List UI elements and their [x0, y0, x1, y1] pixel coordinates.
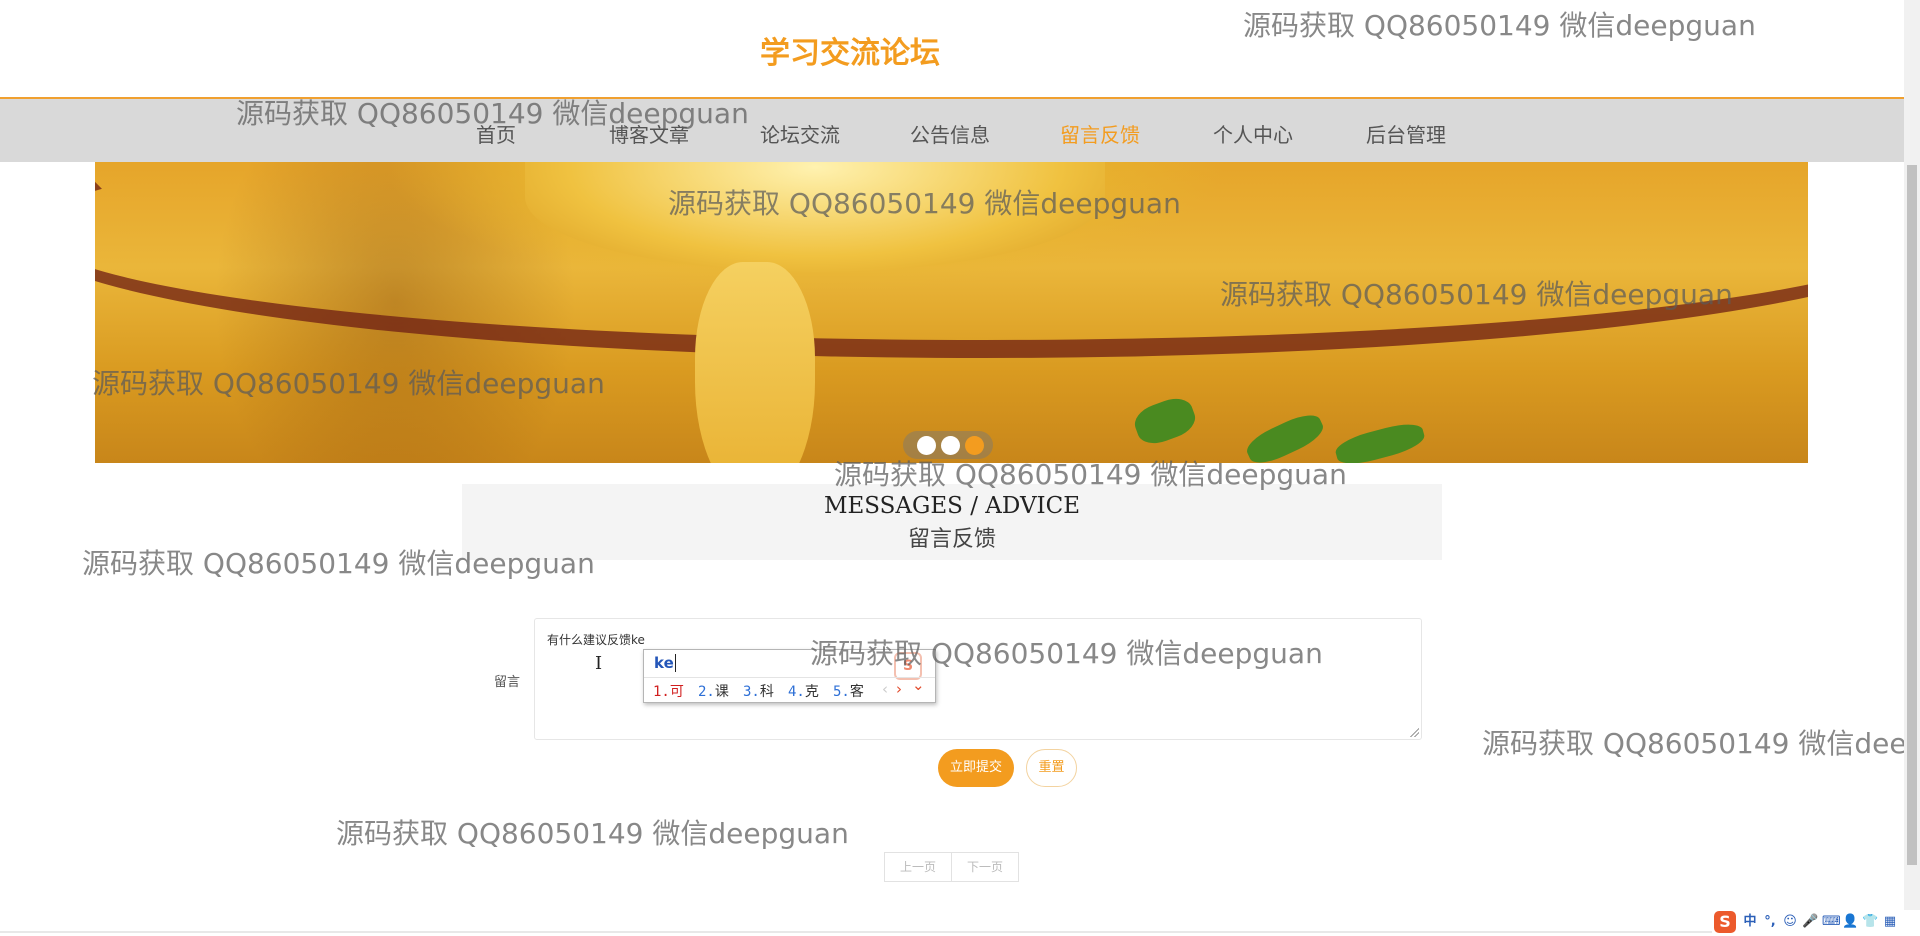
submit-button[interactable]: 立即提交 [938, 749, 1014, 787]
user-icon[interactable]: 👤 [1842, 913, 1858, 931]
watermark: 源码获取 QQ86050149 微信deepguan [336, 817, 849, 850]
chevron-left-icon[interactable]: ‹ [882, 680, 888, 698]
ime-candidate-window: ke S 1.可 2.课 3.科 4.克 5.客 ‹ › ⌄ [643, 649, 936, 703]
sogou-logo-icon[interactable]: S [1714, 911, 1736, 933]
ime-candidate-3[interactable]: 3.科 [743, 681, 774, 701]
banner-carousel[interactable] [95, 162, 1808, 463]
resize-handle-icon[interactable] [1409, 727, 1419, 737]
carousel-dot-2[interactable] [941, 436, 960, 455]
nav-item-home[interactable]: 首页 [476, 119, 516, 148]
chevron-down-icon[interactable]: ⌄ [912, 676, 925, 694]
skin-icon[interactable]: 👕 [1862, 913, 1878, 931]
ime-status-bar: S 中 °, ☺ 🎤 ⌨ 👤 👕 ▦ [1712, 910, 1920, 936]
text-cursor-icon: I [595, 653, 603, 674]
carousel-dot-3[interactable] [965, 436, 984, 455]
toolbox-icon[interactable]: ▦ [1882, 913, 1898, 931]
nav-item-forum[interactable]: 论坛交流 [760, 119, 840, 148]
bottom-divider [0, 931, 1904, 933]
next-page-button[interactable]: 下一页 [951, 852, 1019, 882]
message-label: 留言 [494, 675, 521, 690]
punctuation-icon[interactable]: °, [1762, 913, 1778, 931]
nav-item-blog[interactable]: 博客文章 [609, 119, 689, 148]
candidate-number: 4. [788, 684, 805, 700]
candidate-text: 课 [714, 684, 729, 700]
section-title-cn: 留言反馈 [907, 527, 996, 552]
reset-button[interactable]: 重置 [1026, 749, 1077, 787]
candidate-number: 2. [698, 684, 715, 700]
candidate-text: 可 [669, 684, 684, 700]
scrollbar-thumb[interactable] [1907, 165, 1917, 865]
nav-item-admin[interactable]: 后台管理 [1366, 119, 1446, 148]
ime-candidate-4[interactable]: 4.克 [788, 681, 819, 701]
microphone-icon[interactable]: 🎤 [1802, 913, 1818, 931]
candidate-text: 克 [804, 684, 819, 700]
banner-image-leaf [1332, 418, 1428, 463]
message-text: 有什么建议反馈ke [547, 633, 645, 647]
candidate-number: 1. [653, 684, 670, 700]
banner-image-leaf [1242, 408, 1328, 463]
site-header: 学习交流论坛 [0, 0, 1904, 99]
carousel-indicators [903, 431, 993, 459]
section-title-en: MESSAGES / ADVICE [823, 493, 1081, 519]
chevron-right-icon[interactable]: › [896, 680, 902, 698]
page-scrollbar[interactable] [1904, 0, 1920, 936]
ime-divider [644, 677, 935, 678]
prev-page-button[interactable]: 上一页 [884, 852, 952, 882]
ime-candidate-5[interactable]: 5.客 [833, 681, 864, 701]
watermark: 源码获取 QQ86050149 微信deepguan [1482, 727, 1920, 760]
nav-item-profile[interactable]: 个人中心 [1213, 119, 1293, 148]
nav-item-notice[interactable]: 公告信息 [910, 119, 990, 148]
candidate-text: 科 [759, 684, 774, 700]
emoji-icon[interactable]: ☺ [1782, 913, 1798, 931]
site-title[interactable]: 学习交流论坛 [0, 28, 1700, 72]
nav-item-feedback[interactable]: 留言反馈 [1060, 119, 1140, 148]
main-nav: 首页 博客文章 论坛交流 公告信息 留言反馈 个人中心 后台管理 [0, 99, 1904, 162]
ime-composition: ke [654, 654, 676, 672]
keyboard-icon[interactable]: ⌨ [1822, 913, 1841, 931]
banner-image-drip [695, 262, 815, 463]
chinese-mode-icon[interactable]: 中 [1742, 913, 1758, 931]
ime-candidate-2[interactable]: 2.课 [698, 681, 729, 701]
candidate-number: 5. [833, 684, 850, 700]
section-heading: MESSAGES / ADVICE 留言反馈 [462, 484, 1442, 560]
carousel-dot-1[interactable] [917, 436, 936, 455]
banner-image-leaf [1130, 392, 1200, 450]
candidate-number: 3. [743, 684, 760, 700]
candidate-text: 客 [849, 684, 864, 700]
ime-candidate-1[interactable]: 1.可 [653, 681, 684, 701]
